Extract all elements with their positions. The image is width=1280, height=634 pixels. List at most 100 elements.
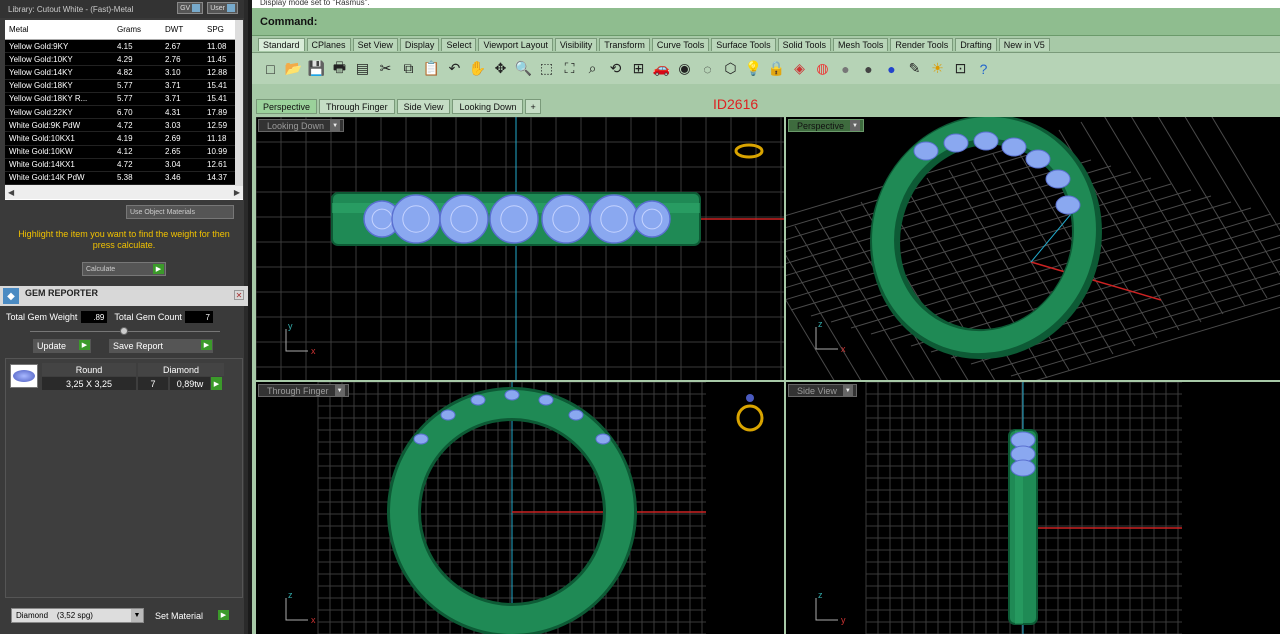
scroll-right-icon[interactable]: ▶ (234, 188, 240, 197)
sphere-blue-icon[interactable]: ● (881, 58, 902, 79)
id-label: ID2616 (713, 96, 759, 112)
sphere-shaded-icon[interactable]: ● (858, 58, 879, 79)
library-title: Library: Cutout White - (Fast)-Metal (8, 4, 134, 14)
save-report-button[interactable]: Save Report ▶ (109, 339, 213, 353)
zoom-extents-icon[interactable]: ⛶ (559, 58, 580, 79)
table-row[interactable]: Yellow Gold:14KY 4.82 3.10 12.88 (5, 66, 243, 80)
viewport-label-through-finger[interactable]: Through Finger ▼ (258, 384, 349, 397)
help-icon[interactable]: ? (973, 58, 994, 79)
copy-icon[interactable]: ⧉ (398, 58, 419, 79)
set-material-button[interactable]: Set Material ▶ (153, 608, 233, 623)
viewport-label-side-view[interactable]: Side View ▼ (788, 384, 857, 397)
tab-new-in-v5[interactable]: New in V5 (998, 38, 1050, 51)
render-icon[interactable]: ✎ (904, 58, 925, 79)
viewport-title: Looking Down (267, 120, 325, 131)
page-icon[interactable]: ▤ (352, 58, 373, 79)
dimension-icon[interactable]: ⊡ (950, 58, 971, 79)
grid-icon[interactable]: ⊞ (628, 58, 649, 79)
zoom-window-icon[interactable]: ⬚ (536, 58, 557, 79)
tab-render-tools[interactable]: Render Tools (890, 38, 954, 51)
col-dwt[interactable]: DWT (161, 25, 203, 34)
tab-drafting[interactable]: Drafting (955, 38, 997, 51)
use-object-materials-dropdown[interactable]: Use Object Materials (126, 205, 234, 219)
perspective-canvas: zx (786, 117, 1280, 380)
calculate-button[interactable]: Calculate ▶ (82, 262, 166, 276)
zoom-selected-icon[interactable]: ⌕ (582, 58, 603, 79)
tab-transform[interactable]: Transform (599, 38, 650, 51)
vertical-scrollbar[interactable] (235, 20, 243, 186)
table-row[interactable]: White Gold:9K PdW 4.72 3.03 12.59 (5, 119, 243, 133)
col-spg[interactable]: SPG (203, 25, 235, 34)
tab-cplanes[interactable]: CPlanes (306, 38, 351, 51)
tab-display[interactable]: Display (399, 38, 440, 51)
slider-handle[interactable] (120, 327, 128, 335)
viewport-tab-through-finger[interactable]: Through Finger (319, 99, 395, 114)
tab-standard[interactable]: Standard (258, 38, 305, 51)
light-icon[interactable]: 💡 (743, 58, 764, 79)
pan-icon[interactable]: ✋ (467, 58, 488, 79)
sphere-gray-icon[interactable]: ● (835, 58, 856, 79)
tab-mesh-tools[interactable]: Mesh Tools (832, 38, 889, 51)
sun-icon[interactable]: ☀ (927, 58, 948, 79)
table-row[interactable]: White Gold:10KX1 4.19 2.69 11.18 (5, 132, 243, 146)
rotate-view-icon[interactable]: ⟲ (605, 58, 626, 79)
viewport-side-view[interactable]: Side View ▼ zy (786, 382, 1280, 634)
tab-solid-tools[interactable]: Solid Tools (777, 38, 831, 51)
tab-select[interactable]: Select (441, 38, 477, 51)
zoom-icon[interactable]: 🔍 (513, 58, 534, 79)
viewport-tab-looking-down[interactable]: Looking Down (452, 99, 524, 114)
move-icon[interactable]: ✥ (490, 58, 511, 79)
undo-icon[interactable]: ↶ (444, 58, 465, 79)
car-icon[interactable]: 🚗 (651, 58, 672, 79)
list-item[interactable]: Round Diamond 3,25 X 3,25 7 0,89tw ▶ (8, 361, 240, 391)
viewport-label-looking-down[interactable]: Looking Down ▼ (258, 119, 345, 132)
scroll-left-icon[interactable]: ◀ (8, 188, 14, 197)
circle-icon[interactable]: ◌ (697, 58, 718, 79)
table-row[interactable]: White Gold:14KX1 4.72 3.04 12.61 (5, 159, 243, 172)
viewport-looking-down[interactable]: Looking Down ▼ yx (256, 117, 784, 380)
play-icon: ▶ (218, 610, 229, 620)
save-icon[interactable]: 💾 (306, 58, 327, 79)
total-gem-count-value: 7 (184, 311, 213, 323)
tab-curve-tools[interactable]: Curve Tools (651, 38, 710, 51)
add-viewport-tab-icon[interactable]: + (525, 99, 541, 114)
cut-icon[interactable]: ✂ (375, 58, 396, 79)
material-icon[interactable]: ◈ (789, 58, 810, 79)
gv-button[interactable]: GV (177, 2, 204, 14)
col-grams[interactable]: Grams (113, 25, 161, 34)
tab-visibility[interactable]: Visibility (554, 38, 598, 51)
print-icon[interactable]: 🖶 (329, 58, 350, 79)
lock-icon[interactable]: 🔒 (766, 58, 787, 79)
table-row[interactable]: White Gold:10KW 4.12 2.65 10.99 (5, 146, 243, 159)
table-row[interactable]: Yellow Gold:18KY 5.77 3.71 15.41 (5, 80, 243, 93)
paste-icon[interactable]: 📋 (421, 58, 442, 79)
play-icon[interactable]: ▶ (211, 377, 222, 390)
table-row[interactable]: White Gold:14K PdW 5.38 3.46 14.37 (5, 172, 243, 185)
open-icon[interactable]: 📂 (283, 58, 304, 79)
table-cell: 5.77 (117, 94, 133, 104)
point-icon[interactable]: ◉ (674, 58, 695, 79)
tab-set-view[interactable]: Set View (352, 38, 398, 51)
table-row[interactable]: Yellow Gold:22KY 6.70 4.31 17.89 (5, 106, 243, 120)
viewport-label-perspective[interactable]: Perspective ▼ (788, 119, 865, 132)
viewport-tab-side-view[interactable]: Side View (396, 99, 451, 114)
viewport-perspective[interactable]: Perspective ▼ zx (786, 117, 1280, 380)
table-row[interactable]: Yellow Gold:18KY R... 5.77 3.71 15.41 (5, 93, 243, 106)
command-bar[interactable]: Command: (252, 8, 1280, 36)
select-icon[interactable]: ⬡ (720, 58, 741, 79)
material-dropdown[interactable]: Diamond (3,52 spg) ▼ (11, 608, 144, 623)
col-metal[interactable]: Metal (5, 25, 113, 34)
table-row[interactable]: Yellow Gold:9KY 4.15 2.67 11.08 (5, 40, 243, 54)
table-cell: White Gold:14K PdW (9, 173, 85, 183)
color-wheel-icon[interactable]: ◍ (812, 58, 833, 79)
tab-viewport-layout[interactable]: Viewport Layout (478, 38, 553, 51)
horizontal-scrollbar[interactable]: ◀ ▶ (5, 185, 243, 199)
viewport-tab-perspective[interactable]: Perspective (256, 99, 318, 114)
viewport-through-finger[interactable]: Through Finger ▼ zx (256, 382, 784, 634)
new-icon[interactable]: □ (260, 58, 281, 79)
update-button[interactable]: Update ▶ (33, 339, 91, 353)
user-button[interactable]: User (207, 2, 238, 14)
close-icon[interactable]: ✕ (234, 290, 244, 300)
tab-surface-tools[interactable]: Surface Tools (711, 38, 776, 51)
table-row[interactable]: Yellow Gold:10KY 4.29 2.76 11.45 (5, 53, 243, 67)
